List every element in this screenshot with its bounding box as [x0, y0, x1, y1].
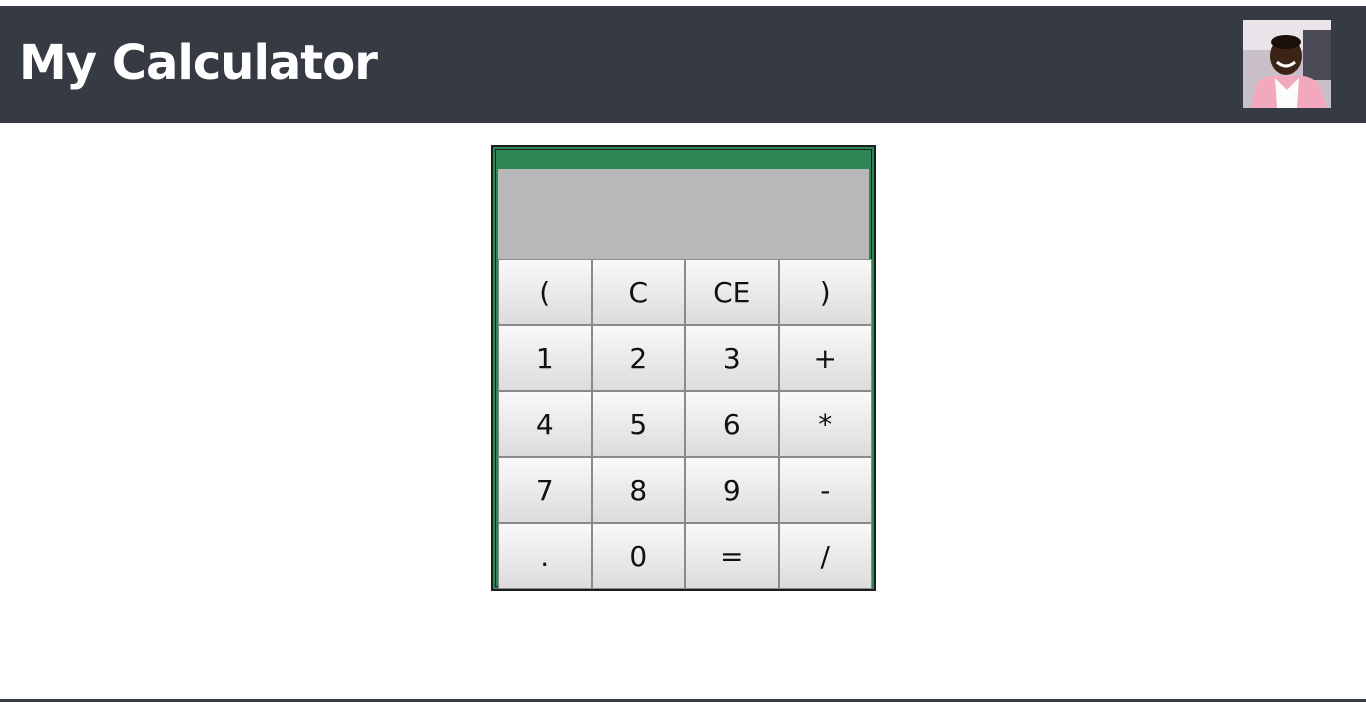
digit-2-button[interactable]: 2	[591, 325, 685, 391]
digit-3-button[interactable]: 3	[685, 325, 779, 391]
calculator: ( C CE ) 1 2 3 + 4 5 6 * 7 8 9 - . 0 = /	[491, 145, 876, 591]
equals-button[interactable]: =	[685, 523, 779, 589]
minus-button[interactable]: -	[778, 457, 872, 523]
digit-7-button[interactable]: 7	[498, 457, 592, 523]
keypad: ( C CE ) 1 2 3 + 4 5 6 * 7 8 9 - . 0 = /	[498, 259, 872, 589]
avatar[interactable]	[1243, 20, 1331, 108]
plus-button[interactable]: +	[778, 325, 872, 391]
digit-0-button[interactable]: 0	[591, 523, 685, 589]
digit-6-button[interactable]: 6	[685, 391, 779, 457]
calculator-frame: ( C CE ) 1 2 3 + 4 5 6 * 7 8 9 - . 0 = /	[495, 149, 872, 589]
clear-button[interactable]: C	[591, 259, 685, 325]
digit-9-button[interactable]: 9	[685, 457, 779, 523]
divide-button[interactable]: /	[778, 523, 872, 589]
avatar-photo-icon	[1243, 20, 1331, 108]
digit-5-button[interactable]: 5	[591, 391, 685, 457]
calculator-display	[498, 169, 869, 259]
app-header: My Calculator	[0, 6, 1366, 123]
digit-1-button[interactable]: 1	[498, 325, 592, 391]
digit-4-button[interactable]: 4	[498, 391, 592, 457]
open-paren-button[interactable]: (	[498, 259, 592, 325]
digit-8-button[interactable]: 8	[591, 457, 685, 523]
close-paren-button[interactable]: )	[778, 259, 872, 325]
page-title: My Calculator	[19, 35, 378, 91]
clear-entry-button[interactable]: CE	[685, 259, 779, 325]
decimal-button[interactable]: .	[498, 523, 592, 589]
multiply-button[interactable]: *	[778, 391, 872, 457]
